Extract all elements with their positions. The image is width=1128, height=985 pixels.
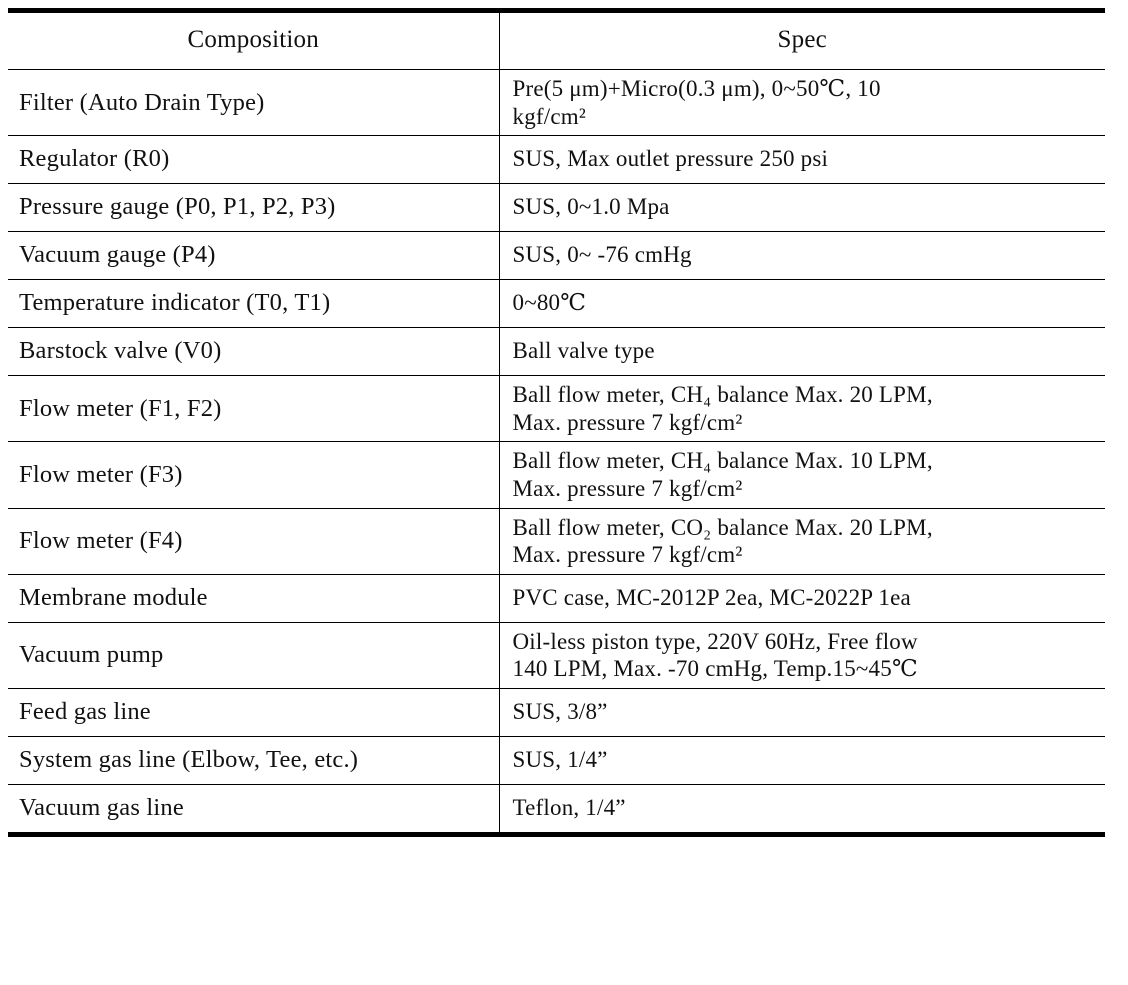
cell-composition: Regulator (R0) (8, 135, 499, 185)
cell-spec-line: SUS, 0~ -76 cmHg (512, 242, 692, 268)
cell-spec-line: Pre(5 μm)+Micro(0.3 μm), 0~50℃, 10 (512, 76, 881, 101)
cell-spec-line: Ball valve type (512, 338, 655, 364)
cell-composition: Membrane module (8, 573, 499, 623)
cell-composition: System gas line (Elbow, Tee, etc.) (8, 735, 499, 785)
table-row: Temperature indicator (T0, T1) 0~80℃ (8, 279, 1105, 329)
cell-spec-line: Max. pressure 7 kgf/cm² (512, 542, 743, 568)
cell-composition: Pressure gauge (P0, P1, P2, P3) (8, 183, 499, 233)
table-row: Flow meter (F1, F2) Ball flow meter, CH₄ … (8, 375, 1105, 443)
cell-spec-line: SUS, Max outlet pressure 250 psi (512, 146, 829, 172)
cell-spec-line: Ball flow meter, CH₄ balance Max. 10 LPM… (512, 448, 933, 474)
cell-spec-line: 0~80℃ (512, 290, 587, 316)
cell-spec-line: Ball flow meter, CH₄ balance Max. 20 LPM… (512, 382, 933, 408)
column-header-composition: Composition (8, 10, 499, 70)
table-row: Filter (Auto Drain Type) Pre(5 μm)+Micro(… (8, 68, 1105, 137)
cell-spec: Ball flow meter, CH₄ balance Max. 10 LPM… (498, 441, 1105, 509)
cell-spec: Ball valve type (498, 327, 1105, 377)
table-row: Flow meter (F4) Ball flow meter, CO₂ bala… (8, 507, 1105, 575)
column-header-spec: Spec (498, 10, 1105, 70)
table-row: Barstock valve (V0) Ball valve type (8, 327, 1105, 377)
equipment-specification-table: Composition Spec Filter (Auto Drain Type… (8, 8, 1105, 837)
cell-spec: SUS, 3/8” (498, 687, 1105, 737)
cell-spec-line: SUS, 0~1.0 Mpa (512, 194, 670, 220)
cell-spec: Oil-less piston type, 220V 60Hz, Free fl… (498, 621, 1105, 689)
cell-spec-line: Ball flow meter, CO₂ balance Max. 20 LPM… (512, 514, 933, 540)
table-row: Vacuum pump Oil-less piston type, 220V 60… (8, 621, 1105, 689)
cell-composition: Barstock valve (V0) (8, 327, 499, 377)
table-row: Vacuum gas line Teflon, 1/4” (8, 783, 1105, 835)
cell-spec: Ball flow meter, CH₄ balance Max. 20 LPM… (498, 375, 1105, 443)
cell-spec: SUS, 1/4” (498, 735, 1105, 785)
cell-composition: Vacuum gas line (8, 783, 499, 835)
cell-composition: Vacuum pump (8, 621, 499, 689)
cell-spec-line: Max. pressure 7 kgf/cm² (512, 475, 743, 501)
cell-spec: Teflon, 1/4” (498, 783, 1105, 835)
cell-composition: Filter (Auto Drain Type) (8, 68, 499, 137)
cell-spec-line: 140 LPM, Max. -70 cmHg, Temp.15~45℃ (512, 656, 918, 682)
table-row: Regulator (R0) SUS, Max outlet pressure 2… (8, 135, 1105, 185)
cell-spec: SUS, 0~ -76 cmHg (498, 231, 1105, 281)
cell-spec: Pre(5 μm)+Micro(0.3 μm), 0~50℃, 10 kgf/cm… (498, 68, 1105, 137)
cell-spec-line: SUS, 1/4” (512, 746, 608, 772)
cell-spec: SUS, Max outlet pressure 250 psi (498, 135, 1105, 185)
table-row: System gas line (Elbow, Tee, etc.) SUS, 1… (8, 735, 1105, 785)
cell-spec-line: SUS, 3/8” (512, 698, 608, 724)
cell-spec: PVC case, MC-2012P 2ea, MC-2022P 1ea (498, 573, 1105, 623)
cell-composition: Vacuum gauge (P4) (8, 231, 499, 281)
cell-spec-line: PVC case, MC-2012P 2ea, MC-2022P 1ea (512, 584, 911, 610)
cell-spec-line: Max. pressure 7 kgf/cm² (512, 409, 743, 435)
cell-composition: Flow meter (F3) (8, 441, 499, 509)
cell-spec: Ball flow meter, CO₂ balance Max. 20 LPM… (498, 507, 1105, 575)
table-row: Flow meter (F3) Ball flow meter, CH₄ bala… (8, 441, 1105, 509)
table-row: Feed gas line SUS, 3/8” (8, 687, 1105, 737)
cell-composition: Flow meter (F1, F2) (8, 375, 499, 443)
cell-composition: Feed gas line (8, 687, 499, 737)
cell-spec-line: kgf/cm² (512, 103, 586, 129)
cell-spec: 0~80℃ (498, 279, 1105, 329)
cell-composition: Temperature indicator (T0, T1) (8, 279, 499, 329)
table-row: Membrane module PVC case, MC-2012P 2ea, M… (8, 573, 1105, 623)
table-header-row: Composition Spec (8, 10, 1105, 70)
table-body: Filter (Auto Drain Type) Pre(5 μm)+Micro(… (8, 68, 1105, 835)
cell-spec: SUS, 0~1.0 Mpa (498, 183, 1105, 233)
cell-spec-line: Oil-less piston type, 220V 60Hz, Free fl… (512, 628, 918, 654)
cell-composition: Flow meter (F4) (8, 507, 499, 575)
cell-spec-line: Teflon, 1/4” (512, 794, 626, 820)
table-header: Composition Spec (8, 10, 1105, 70)
table-row: Pressure gauge (P0, P1, P2, P3) SUS, 0~1.… (8, 183, 1105, 233)
spec-table-container: Composition Spec Filter (Auto Drain Type… (0, 0, 1128, 985)
table-row: Vacuum gauge (P4) SUS, 0~ -76 cmHg (8, 231, 1105, 281)
